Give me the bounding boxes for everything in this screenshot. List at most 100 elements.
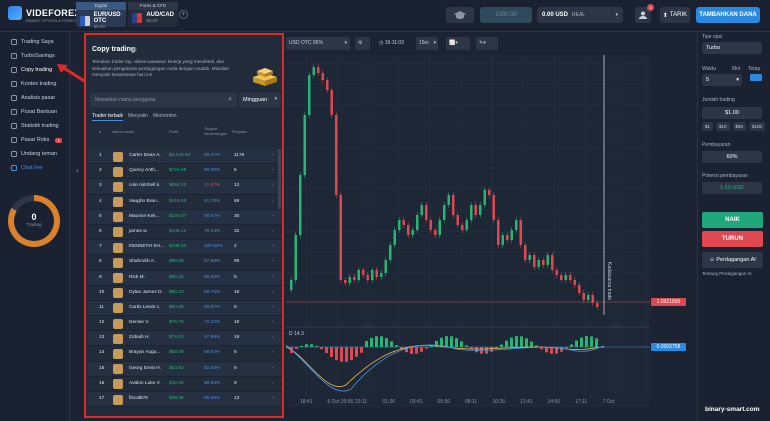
- trader-win-rate: 68.75%: [204, 289, 221, 295]
- option-type-selector[interactable]: Turbo: [702, 42, 762, 54]
- balance-selector[interactable]: 0.00 USD REAL ▾: [537, 7, 623, 23]
- trader-name: Carter Dean A.: [129, 153, 161, 158]
- table-row[interactable]: 7 KENNETH SH... $138.10 100.00% 2 ›: [88, 240, 282, 256]
- asset-tab-eurusd[interactable]: Digital EUR/USD OTC 95.00: [76, 2, 126, 29]
- trader-search-input[interactable]: Masukkan nama pengguna ⌕: [90, 93, 237, 107]
- histogram-bar: [595, 338, 598, 347]
- quick-amount-10[interactable]: $10: [716, 122, 730, 131]
- table-row[interactable]: 1 Carter Dean A. $2,042.84 48.47% 1176 ›: [88, 149, 282, 165]
- drawing-tools-button[interactable]: ✎▾: [476, 37, 498, 50]
- quick-amount-100[interactable]: $100: [749, 122, 766, 131]
- table-row[interactable]: 12 Denise V. $76.76 72.22% 18 ›: [88, 316, 282, 332]
- time-unit-fixed[interactable]: Tetap: [748, 66, 760, 72]
- payout-label: Pembayaran: [702, 142, 731, 148]
- gear-icon[interactable]: ⚙: [131, 46, 137, 54]
- profile-button[interactable]: 3: [635, 4, 654, 23]
- education-button[interactable]: [446, 7, 474, 23]
- trader-copiers: 99: [234, 259, 240, 265]
- column-header-no: #: [99, 129, 102, 134]
- indicator-label: D 14.3: [289, 331, 304, 337]
- price-chart[interactable]: 1.13500001.13000001.12500001.12000001.11…: [286, 55, 650, 407]
- trader-copiers: 6: [234, 304, 237, 310]
- tab-trader-terbaik[interactable]: Trader terbaik: [92, 113, 123, 121]
- chart-settings-button[interactable]: ⚙: [355, 37, 370, 50]
- sidebar-item-trading-saya[interactable]: Trading Saya: [0, 35, 69, 49]
- time-toggle[interactable]: [750, 74, 762, 81]
- amount-input[interactable]: $1.00: [702, 107, 762, 119]
- sidebar-item-chat-live[interactable]: Chat live: [0, 161, 69, 175]
- trader-copiers: 19: [234, 335, 240, 341]
- table-row[interactable]: 16 Avalon Luke V. $42.00 88.89% 9 ›: [88, 377, 282, 392]
- deposit-button[interactable]: TAMBAHKAN DANA: [696, 7, 760, 23]
- table-row[interactable]: 5 Maurice Kek... $150.07 46.67% 30 ›: [88, 209, 282, 225]
- table-row[interactable]: 6 james w. $149.12 78.13% 32 ›: [88, 225, 282, 241]
- tab-memonton[interactable]: Memonton: [153, 113, 177, 121]
- candle-body: [321, 73, 324, 80]
- candle-body: [294, 235, 297, 280]
- table-row[interactable]: 4 Vaughn Bran... $415.95 61.76% 68 ›: [88, 195, 282, 210]
- trader-name: KENNETH SH...: [129, 244, 164, 250]
- avatar: [113, 348, 123, 359]
- time-selector[interactable]: 5 ▾: [702, 74, 742, 86]
- sidebar-item-pusat-bantuan[interactable]: Pusat Bantuan: [0, 105, 69, 119]
- trophy-icon: [11, 81, 17, 87]
- trader-name: Shahrukh A.: [129, 259, 156, 265]
- column-header-profit[interactable]: Profit: [169, 129, 178, 134]
- asset-tab-audcad[interactable]: Forex & CFD AUD/CAD 80.00: [128, 2, 178, 27]
- histogram-bar: [560, 347, 563, 352]
- chevron-right-icon: ›: [272, 396, 274, 401]
- withdraw-button[interactable]: ⬆ TARIK: [660, 7, 690, 23]
- chevron-down-icon: ▾: [274, 96, 277, 102]
- table-row[interactable]: 13 Zobaib H. $76.63 57.89% 19 ›: [88, 331, 282, 347]
- candle-body: [465, 220, 468, 230]
- timeframe-selector[interactable]: 15m ▾: [416, 37, 438, 50]
- quick-amounts: $1 $10 $50 $100: [702, 122, 766, 131]
- quick-amount-50[interactable]: $50: [732, 122, 747, 131]
- table-row[interactable]: 9 Rick M. $96.32 80.00% 5 ›: [88, 270, 282, 286]
- sidebar-item-turbosavings[interactable]: TurboSavings: [0, 49, 69, 63]
- table-row[interactable]: 17 fiscal876 $39.38 65.28% 13 ›: [88, 392, 282, 408]
- ai-trading-button[interactable]: ☺ Perdagangan AI: [702, 252, 763, 268]
- tab-menyalin[interactable]: Menyalin: [128, 113, 148, 121]
- indicator-button[interactable]: 📈▾: [446, 37, 470, 50]
- candle-body: [510, 230, 513, 240]
- option-type-value: Turbo: [706, 45, 721, 51]
- pair-selector[interactable]: USD OTC 95% ▾: [286, 37, 350, 50]
- red-arrow-icon: [57, 64, 87, 84]
- table-row[interactable]: 3 cole mitchell k. $654.23 41.67% 12 ›: [88, 179, 282, 195]
- option-type-label: Tipe opsi: [702, 34, 723, 40]
- sidebar-item-pasar-roks[interactable]: Pasar Roks 1: [0, 133, 69, 147]
- candle-body: [420, 205, 423, 215]
- sell-button[interactable]: TURUN: [702, 231, 763, 247]
- pen-icon: ✎▾: [479, 40, 486, 46]
- demo-balance-button[interactable]: 1000.00: [480, 7, 532, 23]
- scrollbar[interactable]: [278, 149, 281, 209]
- panel-title: Copy trading: [92, 46, 136, 53]
- collapse-sidebar-icon[interactable]: ‹: [76, 166, 79, 175]
- buy-button[interactable]: NAIK: [702, 212, 763, 228]
- ai-about-link[interactable]: Tentang Perdagangan AI: [702, 271, 764, 276]
- table-row[interactable]: 2 Quincy Anth... $724.49 50.00% 6 ›: [88, 164, 282, 180]
- sidebar-item-label: Pusat Bantuan: [21, 109, 58, 115]
- period-selector[interactable]: Mingguan ▾: [239, 93, 281, 107]
- sidebar-item-statistik-trading[interactable]: Statistik trading: [0, 119, 69, 133]
- table-row[interactable]: 10 Dylan James D. $85.23 68.75% 16 ›: [88, 286, 282, 301]
- sidebar-item-undang-teman[interactable]: Undang teman: [0, 147, 69, 161]
- time-tick-label: 18:41: [300, 399, 313, 405]
- trader-copiers: 32: [234, 228, 240, 234]
- trader-copiers: 9: [234, 380, 237, 386]
- column-header-copiers[interactable]: Penyalin: [232, 129, 247, 134]
- table-row[interactable]: 11 Curtis Lewis c. $84.88 66.67% 6 ›: [88, 300, 282, 317]
- table-row[interactable]: 15 Georg Ernst H. $53.92 62.50% 8 ›: [88, 361, 282, 377]
- candle-body: [564, 275, 567, 280]
- search-icon[interactable]: ⌕: [228, 96, 232, 104]
- time-unit-minutes[interactable]: Mnt: [732, 66, 740, 72]
- indicator-icon: 📈▾: [449, 40, 458, 46]
- table-row[interactable]: 14 Brayan Augu... $68.08 66.67% 6 ›: [88, 346, 282, 362]
- chevron-right-icon: ›: [272, 168, 274, 174]
- quick-amount-1[interactable]: $1: [702, 122, 714, 131]
- table-row[interactable]: 8 Shahrukh A. $99.58 57.58% 99 ›: [88, 255, 282, 271]
- sidebar-item-analisis-pasar[interactable]: Analisis pasar: [0, 91, 69, 105]
- add-asset-button[interactable]: +: [179, 10, 188, 19]
- brand-logo[interactable]: VIDEFOREX BINARY OPTION & FOREX TRADING: [8, 6, 95, 23]
